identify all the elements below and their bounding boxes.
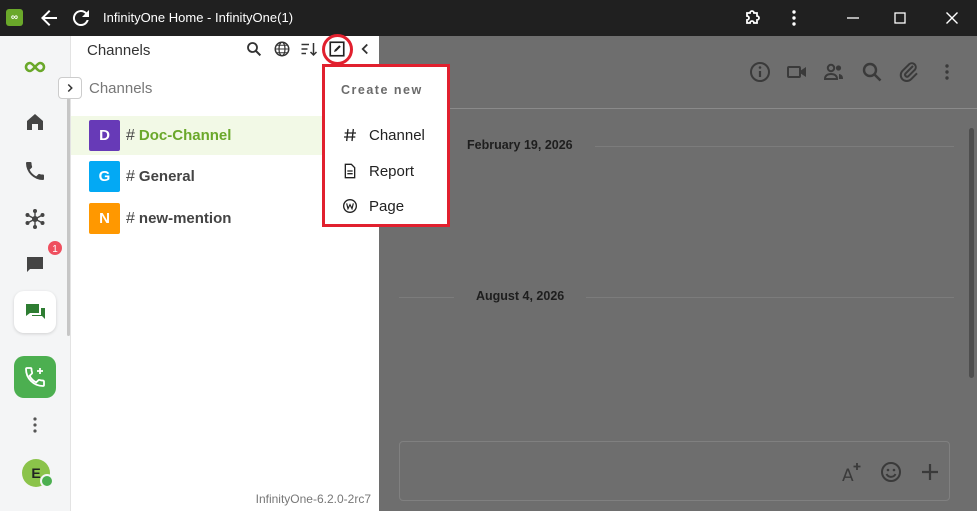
chevron-left-icon[interactable] [356,40,376,60]
expand-sidebar-button[interactable] [58,77,82,99]
channel-avatar: G [89,161,120,192]
search-icon[interactable] [860,60,884,84]
svg-text:A: A [842,466,854,484]
create-new-highlight [322,34,353,65]
add-icon[interactable] [918,460,942,484]
globe-icon[interactable] [273,40,293,60]
channels-icon[interactable] [14,291,56,333]
create-channel-menu-item[interactable]: Channel [341,122,425,148]
app-version: InfinityOne-6.2.0-2rc7 [255,492,371,506]
rail-scrollbar[interactable] [67,96,70,336]
sidebar-header-title: Channels [87,42,151,59]
infinity-logo-icon[interactable] [14,46,56,88]
notification-badge: 1 [46,239,64,257]
channel-name: new-mention [138,210,232,227]
create-new-menu-title: Create new [341,83,423,97]
channel-avatar: D [89,120,120,151]
sort-icon[interactable] [300,40,320,60]
close-icon[interactable] [940,6,964,30]
more-vertical-icon[interactable] [782,6,806,30]
home-icon[interactable] [14,101,56,143]
window-title: InfinityOne Home - InfinityOne(1) [103,10,294,25]
app-logo-icon: ∞ [6,9,23,26]
attachment-icon[interactable] [897,60,921,84]
page-icon [341,197,359,215]
menu-item-label: Page [369,197,405,215]
chevron-right-icon [67,83,73,93]
back-arrow-icon[interactable] [37,6,61,30]
date-separator: August 4, 2026 [454,283,587,309]
text-format-icon[interactable]: A [840,460,864,486]
channel-name: General [138,168,195,185]
more-vertical-icon[interactable] [935,60,959,84]
channel-name: Doc-Channel [138,127,232,144]
create-page-menu-item[interactable]: Page [341,193,404,219]
app-rail: 1 E [0,36,71,511]
hash-icon: # [126,126,135,144]
hash-icon: # [126,167,135,185]
hash-icon: # [126,209,135,227]
channels-section-title: Channels [89,80,153,97]
room-header [379,36,977,109]
emoji-icon[interactable] [879,460,903,484]
chat-scrollbar[interactable] [969,128,974,378]
more-vertical-icon[interactable] [14,404,56,446]
create-report-menu-item[interactable]: Report [341,158,414,184]
members-icon[interactable] [822,60,846,84]
message-composer[interactable] [399,441,950,501]
menu-item-label: Channel [369,126,425,144]
channel-avatar: N [89,203,120,234]
report-icon [341,162,359,180]
new-call-button[interactable] [14,356,56,398]
hash-icon [341,126,359,144]
extensions-icon[interactable] [740,6,764,30]
phone-icon[interactable] [14,150,56,192]
create-new-menu: Create new Channel Report Page [322,64,450,227]
reload-icon[interactable] [69,6,93,30]
chat-main-area: February 19, 2026 August 4, 2026 A [379,36,977,511]
window-titlebar: ∞ InfinityOne Home - InfinityOne(1) [0,0,977,36]
maximize-icon[interactable] [888,6,912,30]
online-status-dot [40,474,54,488]
menu-item-label: Report [369,162,415,180]
date-separator: February 19, 2026 [445,132,595,158]
video-call-icon[interactable] [785,60,809,84]
hub-icon[interactable] [14,198,56,240]
search-icon[interactable] [245,40,265,60]
info-icon[interactable] [748,60,772,84]
minimize-icon[interactable] [841,6,865,30]
